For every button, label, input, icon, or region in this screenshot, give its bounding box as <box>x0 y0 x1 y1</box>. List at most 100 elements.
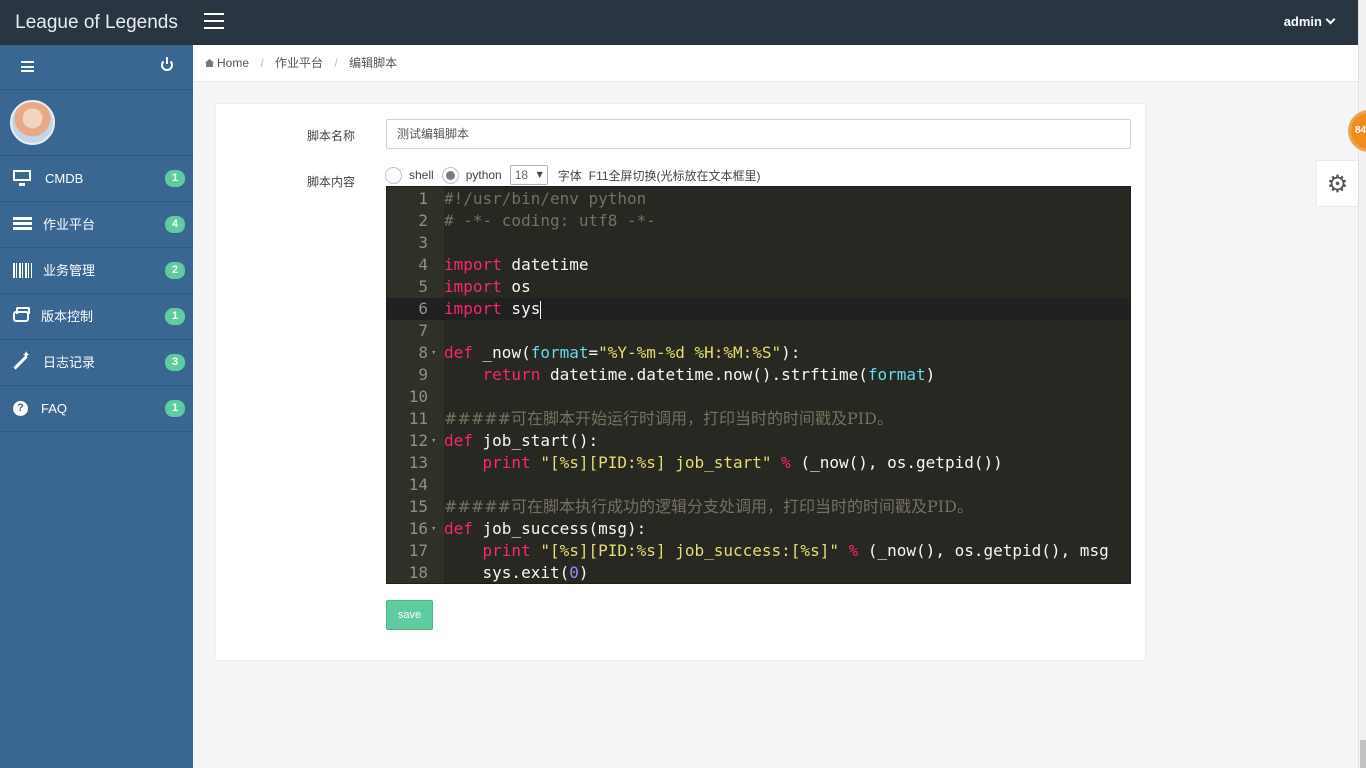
code-line[interactable]: 3 <box>387 232 1130 254</box>
line-number: 16 <box>408 519 428 538</box>
breadcrumb-home[interactable]: Home <box>217 56 249 70</box>
app-title[interactable]: League of Legends <box>0 0 193 45</box>
gear-icon[interactable]: ⚙ <box>1316 160 1358 207</box>
line-number: 2 <box>418 211 428 230</box>
count-badge: 1 <box>165 170 185 187</box>
user-menu[interactable]: admin <box>1283 0 1336 44</box>
breadcrumb-current: 编辑脚本 <box>349 56 398 70</box>
breadcrumb-section[interactable]: 作业平台 <box>275 56 323 70</box>
code-line[interactable]: 1 #!/usr/bin/env python <box>387 188 1130 210</box>
sidebar-item-business[interactable]: 业务管理 2 <box>0 248 193 294</box>
code-text: print "[%s][PID:%s] job_start" % (_now()… <box>482 453 1003 472</box>
code-editor[interactable]: 1 #!/usr/bin/env python 2 # -*- coding: utf… <box>386 186 1131 584</box>
sidebar-item-logs[interactable]: 日志记录 3 <box>0 340 193 386</box>
code-line[interactable]: 11 #####可在脚本开始运行时调用，打印当时的时间戳及PID。 <box>387 408 1130 430</box>
magic-wand-icon <box>13 350 32 370</box>
line-number: 12 <box>408 431 428 450</box>
code-text: def job_success(msg): <box>444 519 647 538</box>
code-line[interactable]: 17 print "[%s][PID:%s] job_success:[%s]"… <box>387 540 1130 562</box>
sidebar-item-label: 版本控制 <box>41 309 94 324</box>
code-text: def job_start(): <box>444 431 599 450</box>
shell-radio-label: shell <box>409 168 434 182</box>
code-line[interactable]: 14 <box>387 474 1130 496</box>
sidebar-item-cmdb[interactable]: CMDB 1 <box>0 156 193 202</box>
line-number: 17 <box>408 541 428 560</box>
desktop-icon <box>13 170 31 186</box>
line-number: 9 <box>418 365 428 384</box>
sidebar-item-label: CMDB <box>45 171 84 186</box>
sidebar-item-job-platform[interactable]: 作业平台 4 <box>0 202 193 248</box>
fold-arrow-icon[interactable]: ▾ <box>431 342 436 364</box>
code-line[interactable]: 15 #####可在脚本执行成功的逻辑分支处调用，打印当时的时间戳及PID。 <box>387 496 1130 518</box>
code-line[interactable]: 7 <box>387 320 1130 342</box>
python-radio[interactable] <box>441 166 459 184</box>
hamburger-menu-icon[interactable] <box>204 13 224 31</box>
line-number: 15 <box>408 497 428 516</box>
line-number: 3 <box>418 233 428 252</box>
sidebar-item-version-control[interactable]: 版本控制 1 <box>0 294 193 340</box>
count-badge: 1 <box>165 400 185 417</box>
script-content-label: 脚本内容 <box>307 175 356 189</box>
code-text: print "[%s][PID:%s] job_success:[%s]" % … <box>482 541 1109 560</box>
breadcrumb-separator: / <box>260 56 264 70</box>
breadcrumb-separator: / <box>334 56 338 70</box>
sidebar-toolbar <box>0 45 193 90</box>
code-text: import sys <box>444 299 542 319</box>
sidebar-item-label: 作业平台 <box>43 217 96 232</box>
code-line[interactable]: 12 ▾ def job_start(): <box>387 430 1130 452</box>
line-number: 5 <box>418 277 428 296</box>
code-line[interactable]: 13 print "[%s][PID:%s] job_start" % (_no… <box>387 452 1130 474</box>
code-text: #!/usr/bin/env python <box>444 189 647 208</box>
line-number: 8 <box>418 343 428 362</box>
font-label: 字体 <box>557 168 582 183</box>
line-number: 10 <box>408 387 428 406</box>
avatar[interactable] <box>10 100 55 145</box>
breadcrumb: Home / 作业平台 / 编辑脚本 <box>193 45 1358 82</box>
edit-script-form: 脚本名称 测试编辑脚本 脚本内容 shell python 18 字体 F11全… <box>215 103 1146 661</box>
count-badge: 3 <box>165 354 185 371</box>
count-badge: 2 <box>165 262 185 279</box>
line-number: 11 <box>408 409 428 428</box>
code-line[interactable]: 9 return datetime.datetime.now().strftim… <box>387 364 1130 386</box>
fold-arrow-icon[interactable]: ▾ <box>431 430 436 452</box>
code-text: return datetime.datetime.now().strftime(… <box>482 365 936 384</box>
font-size-select[interactable]: 18 <box>509 165 548 185</box>
code-line[interactable]: 2 # -*- coding: utf8 -*- <box>387 210 1130 232</box>
script-name-input[interactable]: 测试编辑脚本 <box>386 119 1131 149</box>
sidebar-toggle-icon[interactable] <box>21 61 34 72</box>
count-badge: 4 <box>165 216 185 233</box>
code-line[interactable]: 4 import datetime <box>387 254 1130 276</box>
code-line[interactable]: 16 ▾ def job_success(msg): <box>387 518 1130 540</box>
shell-radio[interactable] <box>385 166 402 184</box>
line-number: 18 <box>408 563 428 582</box>
code-text: import datetime <box>444 255 589 274</box>
user-name: admin <box>1283 14 1322 29</box>
question-circle-icon: ? <box>13 401 28 416</box>
save-button[interactable]: save <box>386 600 433 630</box>
line-number: 7 <box>418 321 428 340</box>
code-line[interactable]: 18 sys.exit(0) <box>387 562 1130 583</box>
code-line[interactable]: 8 ▾ def _now(format="%Y-%m-%d %H:%M:%S"): <box>387 342 1130 364</box>
code-text: #####可在脚本执行成功的逻辑分支处调用，打印当时的时间戳及PID。 <box>444 497 973 516</box>
home-icon <box>205 59 214 67</box>
fold-arrow-icon[interactable]: ▾ <box>431 518 436 540</box>
sidebar-item-faq[interactable]: ? FAQ 1 <box>0 386 193 432</box>
sidebar: CMDB 1 作业平台 4 业务管理 2 版本控制 1 日志记录 3 ? FAQ… <box>0 45 193 768</box>
code-text: # -*- coding: utf8 -*- <box>444 211 656 230</box>
line-number: 6 <box>418 299 428 318</box>
python-radio-label: python <box>465 168 502 182</box>
code-text: sys.exit(0) <box>444 563 589 582</box>
floating-badge[interactable]: 84 <box>1348 110 1366 152</box>
count-badge: 1 <box>165 308 185 325</box>
tasks-icon <box>13 217 32 232</box>
power-icon[interactable] <box>161 57 173 71</box>
hdd-icon <box>13 307 30 322</box>
code-text: import os <box>444 277 531 296</box>
code-line[interactable]: 10 <box>387 386 1130 408</box>
code-text: def _now(format="%Y-%m-%d %H:%M:%S"): <box>444 343 801 362</box>
script-name-label: 脚本名称 <box>307 129 356 143</box>
code-line[interactable]: 6 import sys <box>387 298 1130 320</box>
sidebar-item-label: FAQ <box>41 401 68 416</box>
code-text: #####可在脚本开始运行时调用，打印当时的时间戳及PID。 <box>444 409 893 428</box>
code-line[interactable]: 5 import os <box>387 276 1130 298</box>
